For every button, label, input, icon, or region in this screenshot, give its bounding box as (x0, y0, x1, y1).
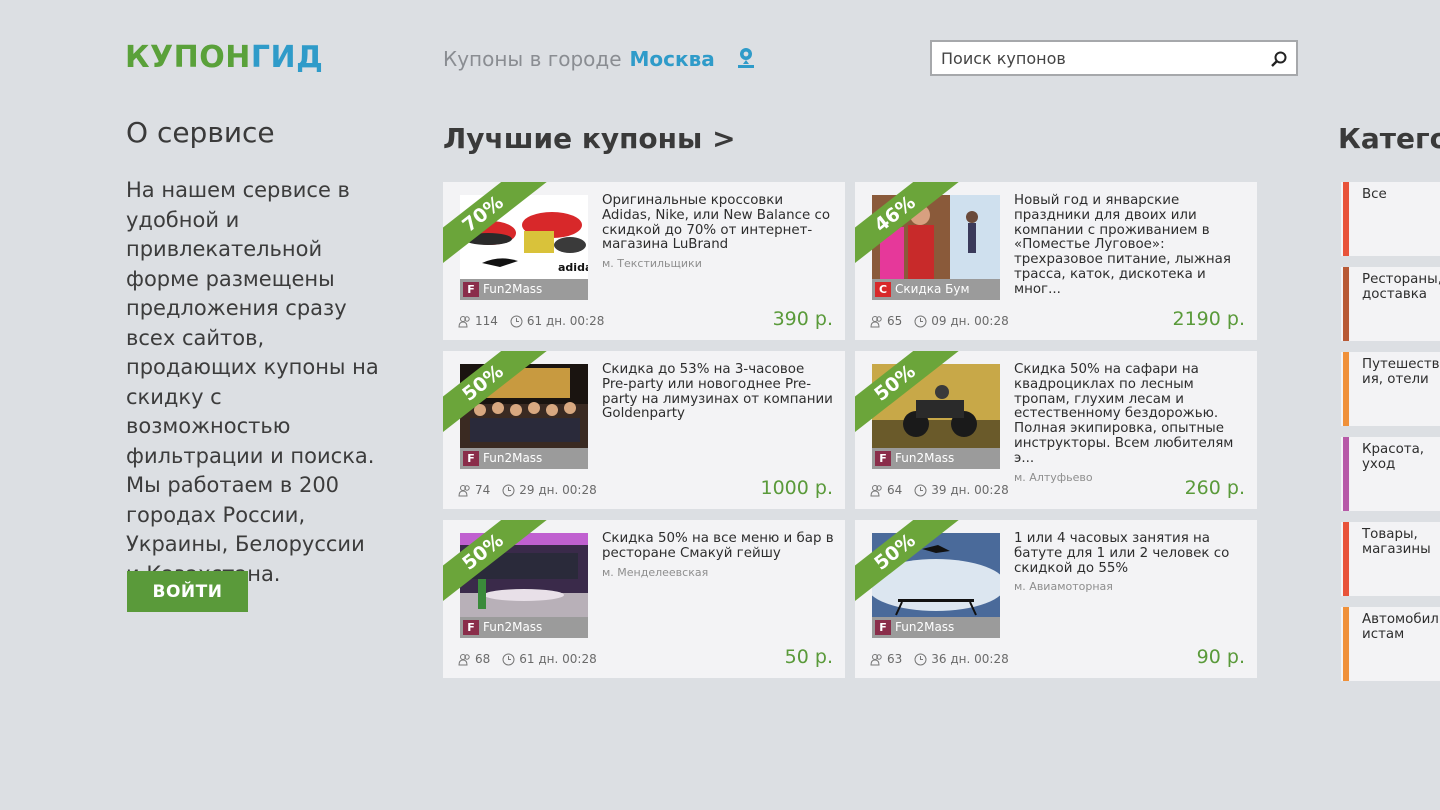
city-selector[interactable]: Купоны в городе Москва (443, 47, 715, 71)
time-left: 61 дн. 00:28 (526, 314, 605, 328)
buyers-count: 64 (887, 483, 903, 497)
provider-label: F Fun2Mass (460, 617, 588, 638)
buyers-icon (870, 653, 882, 665)
category-list: Все Рестораны, доставка Путешеств ия, от… (1341, 182, 1440, 692)
provider-label: C Скидка Бум (872, 279, 1000, 300)
provider-logo-icon: F (463, 451, 479, 466)
best-coupons-title[interactable]: Лучшие купоны > (443, 122, 736, 155)
coupon-card[interactable]: F Fun2Mass 50% 1 или 4 часовых занятия н… (855, 520, 1257, 678)
provider-label: F Fun2Mass (460, 279, 588, 300)
category-item-restaurants[interactable]: Рестораны, доставка (1341, 267, 1440, 341)
coupon-description: Скидка до 53% на 3-часовое Pre-party или… (602, 362, 833, 422)
coupon-description: Скидка 50% на сафари на квадроциклах по … (1014, 362, 1246, 485)
about-text: На нашем сервисе в удобной и привлекател… (126, 178, 379, 586)
search-box[interactable] (930, 40, 1298, 76)
buyers-icon (458, 315, 470, 327)
clock-icon (914, 315, 927, 327)
time-left: 09 дн. 00:28 (931, 314, 1009, 328)
buyers-count: 65 (887, 314, 903, 328)
coupon-price: 50 р. (784, 646, 833, 668)
coupon-price: 390 р. (772, 308, 833, 330)
buyers-icon (458, 653, 470, 665)
clock-icon (914, 484, 927, 496)
provider-label: F Fun2Mass (872, 617, 1000, 638)
provider-label: F Fun2Mass (872, 448, 1000, 469)
about-title: О сервисе (126, 116, 275, 149)
coupon-price: 2190 р. (1172, 308, 1246, 330)
coupon-description: Новый год и январские праздники для двои… (1014, 193, 1231, 297)
svg-text:adidas: adidas (558, 261, 588, 274)
coupon-meta: 74 29 дн. 00:28 (458, 483, 597, 497)
time-left: 39 дн. 00:28 (931, 483, 1009, 497)
search-input[interactable] (932, 42, 1252, 74)
coupon-meta: 64 39 дн. 00:28 (870, 483, 1009, 497)
coupon-description: Скидка 50% на все меню и бар в ресторане… (602, 531, 834, 579)
category-item-goods[interactable]: Товары, магазины (1341, 522, 1440, 596)
logo-part1: КУПОН (125, 40, 251, 75)
login-button[interactable]: ВОЙТИ (127, 571, 248, 612)
buyers-count: 63 (887, 652, 903, 666)
provider-label: F Fun2Mass (460, 448, 588, 469)
clock-icon (914, 653, 927, 665)
time-left: 29 дн. 00:28 (519, 483, 597, 497)
provider-logo-icon: C (875, 282, 891, 297)
provider-logo-icon: F (463, 282, 479, 297)
location-pin-icon[interactable] (735, 46, 757, 70)
coupon-card[interactable]: F Fun2Mass 50% Скидка до 53% на 3-часово… (443, 351, 845, 509)
coupon-price: 1000 р. (760, 477, 834, 499)
categories-title: Категор (1338, 122, 1440, 155)
category-item-travel[interactable]: Путешеств ия, отели (1341, 352, 1440, 426)
logo-part2: ГИД (250, 40, 324, 75)
city-label: Купоны в городе (443, 47, 622, 71)
time-left: 36 дн. 00:28 (931, 652, 1009, 666)
coupon-description: Оригинальные кроссовки Adidas, Nike, или… (602, 193, 834, 272)
coupon-card[interactable]: adidas F Fun2Mass 70% Оригинальные кросс… (443, 182, 845, 340)
coupon-description: 1 или 4 часовых занятия на батуте для 1 … (1014, 531, 1246, 595)
coupon-card[interactable]: F Fun2Mass 50% Скидка 50% на все меню и … (443, 520, 845, 678)
category-item-auto[interactable]: Автомобил истам (1341, 607, 1440, 681)
coupon-price: 90 р. (1196, 646, 1245, 668)
coupon-price: 260 р. (1184, 477, 1245, 499)
buyers-icon (870, 315, 882, 327)
search-icon[interactable] (1270, 50, 1288, 68)
provider-logo-icon: F (875, 620, 891, 635)
coupon-card[interactable]: F Fun2Mass 50% Скидка 50% на сафари на к… (855, 351, 1257, 509)
city-name[interactable]: Москва (630, 47, 715, 71)
provider-logo-icon: F (875, 451, 891, 466)
clock-icon (502, 484, 515, 496)
provider-logo-icon: F (463, 620, 479, 635)
category-item-all[interactable]: Все (1341, 182, 1440, 256)
coupon-metro: м. Менделеевская (602, 565, 709, 579)
coupon-metro: м. Текстильщики (602, 257, 702, 271)
buyers-count: 68 (475, 652, 491, 666)
coupon-card[interactable]: C Скидка Бум 46% Новый год и январские п… (855, 182, 1257, 340)
coupon-meta: 65 09 дн. 00:28 (870, 314, 1009, 328)
coupon-metro: м. Авиамоторная (1014, 580, 1113, 594)
time-left: 61 дн. 00:28 (519, 652, 597, 666)
buyers-icon (870, 484, 882, 496)
buyers-count: 74 (475, 483, 491, 497)
coupon-meta: 68 61 дн. 00:28 (458, 652, 597, 666)
clock-icon (510, 315, 523, 327)
buyers-icon (458, 484, 470, 496)
buyers-count: 114 (475, 314, 498, 328)
coupon-grid: adidas F Fun2Mass 70% Оригинальные кросс… (443, 182, 1257, 678)
category-item-beauty[interactable]: Красота, уход (1341, 437, 1440, 511)
app-logo[interactable]: КУПОНГИД (125, 40, 323, 75)
coupon-meta: 63 36 дн. 00:28 (870, 652, 1009, 666)
coupon-meta: 114 61 дн. 00:28 (458, 314, 604, 328)
clock-icon (502, 653, 515, 665)
